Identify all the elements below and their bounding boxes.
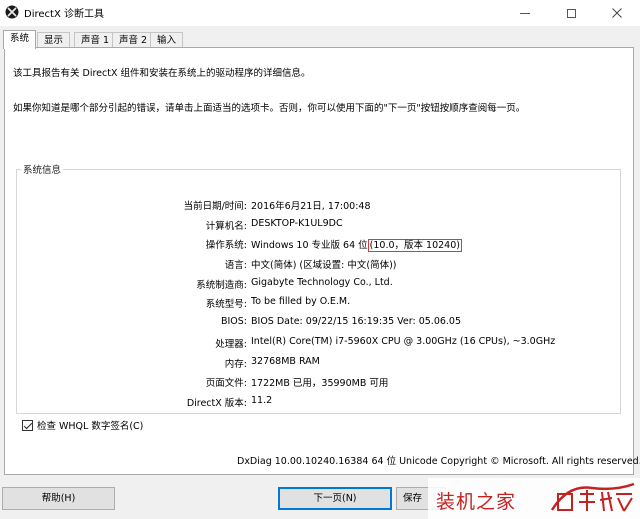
whql-label: 检查 WHQL 数字签名(C) — [37, 421, 144, 432]
info-label: BIOS: — [220, 316, 247, 327]
info-label: 操作系统: — [205, 240, 247, 251]
info-row-model: 系统型号: To be filled by O.E.M. — [17, 296, 620, 314]
info-value: To be filled by O.E.M. — [251, 296, 351, 307]
info-value: Intel(R) Core(TM) i7-5960X CPU @ 3.00GHz… — [251, 336, 556, 347]
info-value: 11.2 — [251, 395, 273, 406]
intro-text-line-1: 该工具报告有关 DirectX 组件和安装在系统上的驱动程序的详细信息。 — [13, 68, 311, 79]
system-info-group: 系统信息 当前日期/时间: 2016年6月21日, 17:00:48 计算机名:… — [16, 162, 621, 414]
info-value: DESKTOP-K1UL9DC — [251, 218, 343, 229]
info-row-operating-system: 操作系统: Windows 10 专业版 64 位 (10.0，版本 10240) — [17, 237, 620, 255]
next-page-button[interactable]: 下一页(N) — [278, 487, 392, 510]
info-row-bios: BIOS: BIOS Date: 09/22/15 16:19:35 Ver: … — [17, 316, 620, 334]
info-label: 处理器: — [215, 339, 247, 350]
info-label: 计算机名: — [205, 221, 247, 232]
info-label: 内存: — [224, 359, 247, 370]
minimize-button[interactable] — [502, 0, 548, 26]
whql-check-option[interactable]: 检查 WHQL 数字签名(C) — [22, 418, 143, 432]
tab-input[interactable]: 输入 — [150, 32, 184, 48]
info-row-language: 语言: 中文(简体) (区域设置: 中文(简体)) — [17, 257, 620, 275]
directx-app-icon — [5, 5, 19, 19]
info-value-os: Windows 10 专业版 64 位 (10.0，版本 10240) — [251, 237, 462, 252]
info-value: Gigabyte Technology Co., Ltd. — [251, 277, 393, 288]
info-row-manufacturer: 系统制造商: Gigabyte Technology Co., Ltd. — [17, 277, 620, 295]
info-value: 中文(简体) (区域设置: 中文(简体)) — [251, 260, 397, 271]
info-value: 2016年6月21日, 17:00:48 — [251, 201, 371, 212]
intro-text-line-2: 如果你知道是哪个部分引起的错误，请单击上面适当的选项卡。否则，你可以使用下面的"… — [13, 103, 526, 114]
tab-sound-1[interactable]: 声音 1 — [74, 32, 117, 48]
title-bar: DirectX 诊断工具 — [0, 0, 640, 26]
info-label: 当前日期/时间: — [183, 201, 247, 212]
info-label: 系统型号: — [205, 299, 247, 310]
whql-checkbox[interactable] — [22, 419, 33, 431]
info-row-datetime: 当前日期/时间: 2016年6月21日, 17:00:48 — [17, 198, 620, 216]
minimize-icon — [520, 12, 530, 14]
tab-strip: 系统 显示 声音 1 声音 2 输入 — [0, 26, 640, 49]
copyright-text: DxDiag 10.00.10240.16384 64 位 Unicode Co… — [237, 456, 640, 467]
window-title: DirectX 诊断工具 — [24, 9, 104, 20]
close-button[interactable] — [594, 0, 640, 26]
system-info-group-title: 系统信息 — [23, 165, 62, 176]
system-tab-panel: 该工具报告有关 DirectX 组件和安装在系统上的驱动程序的详细信息。 如果你… — [4, 47, 640, 475]
info-row-page-file: 页面文件: 1722MB 已用，35990MB 可用 — [17, 375, 620, 393]
watermark: 装机之家 — [428, 478, 640, 519]
maximize-icon — [566, 8, 576, 18]
close-icon — [612, 8, 622, 18]
info-label: 语言: — [224, 260, 247, 271]
info-label: 页面文件: — [205, 378, 247, 389]
help-button[interactable]: 帮助(H) — [2, 487, 115, 510]
maximize-button[interactable] — [548, 0, 594, 26]
info-value: 32768MB RAM — [251, 356, 320, 367]
info-value: BIOS Date: 09/22/15 16:19:35 Ver: 05.06.… — [251, 316, 462, 327]
tab-sound-2[interactable]: 声音 2 — [112, 32, 155, 48]
watermark-logo-icon — [550, 482, 635, 512]
info-label: 系统制造商: — [196, 280, 247, 291]
os-version-highlight: (10.0，版本 10240) — [367, 239, 462, 252]
info-value: 1722MB 已用，35990MB 可用 — [251, 378, 389, 389]
info-row-directx-version: DirectX 版本: 11.2 — [17, 395, 620, 413]
info-row-processor: 处理器: Intel(R) Core(TM) i7-5960X CPU @ 3.… — [17, 336, 620, 354]
info-row-computer-name: 计算机名: DESKTOP-K1UL9DC — [17, 218, 620, 236]
os-name: Windows 10 专业版 64 位 — [251, 240, 368, 251]
tab-system[interactable]: 系统 — [3, 30, 37, 49]
directx-diagnostic-window: DirectX 诊断工具 系统 显示 声音 1 声音 2 输入 该工具报告有关 … — [0, 0, 640, 519]
info-label: DirectX 版本: — [186, 398, 247, 409]
watermark-text: 装机之家 — [436, 491, 517, 513]
tab-display[interactable]: 显示 — [37, 32, 71, 48]
info-row-memory: 内存: 32768MB RAM — [17, 356, 620, 374]
